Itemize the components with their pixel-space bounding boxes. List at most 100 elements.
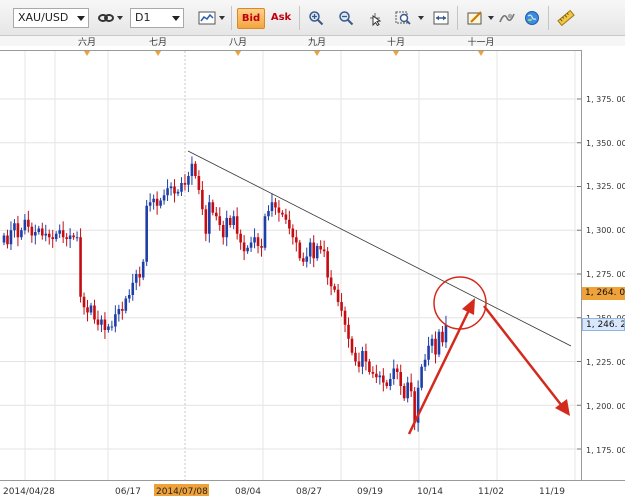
candle-body (322, 249, 326, 252)
chart-grid (0, 51, 581, 480)
candle-body (336, 289, 340, 302)
date-label: 10/14 (417, 487, 443, 497)
zoom-area-caret-icon[interactable] (418, 16, 424, 20)
date-label: 2014/04/28 (3, 487, 55, 497)
candle-body (246, 247, 249, 252)
chart-type-icon[interactable] (196, 8, 218, 28)
candle-body (420, 366, 423, 388)
candle-body (148, 202, 152, 206)
annotation-arrow-up[interactable] (407, 307, 472, 435)
date-label: 06/17 (115, 487, 141, 497)
candle-body (162, 195, 166, 201)
zoom-out-icon[interactable] (335, 8, 357, 28)
candle-body (357, 361, 361, 367)
chart-type-caret-icon[interactable] (219, 16, 225, 20)
chevron-down-icon (77, 16, 85, 21)
candle-body (114, 314, 117, 327)
price-marker-bid: 1, 246. 28 (582, 318, 625, 331)
candle-body (444, 324, 448, 343)
candle-body (430, 338, 434, 346)
trend-line[interactable] (187, 150, 572, 347)
candle-body (364, 351, 368, 362)
candle-body (256, 237, 260, 246)
candle-body (183, 183, 187, 185)
candle-body (375, 373, 378, 378)
month-marker (84, 51, 90, 56)
candle-body (329, 277, 333, 287)
timeframe-dropdown[interactable]: D1 (130, 8, 184, 28)
candle-body (121, 309, 124, 311)
zoom-area-icon[interactable] (393, 8, 415, 28)
candle-body (176, 191, 180, 194)
timeframe-value: D1 (135, 11, 151, 24)
date-label: 08/04 (235, 487, 261, 497)
candle-body (260, 246, 263, 248)
candle-body (72, 235, 75, 238)
candle-body (208, 202, 211, 234)
bid-button[interactable]: Bid (237, 8, 265, 29)
drawing-tools-caret-icon[interactable] (488, 16, 494, 20)
candle-body (65, 237, 68, 239)
indicator-icon[interactable] (496, 8, 518, 28)
candle-body (441, 331, 444, 343)
price-label: 1, 325. 00 (586, 182, 625, 191)
candle-body (166, 188, 169, 196)
candle-body (30, 226, 34, 236)
candle-body (201, 190, 204, 210)
candle-body (20, 230, 23, 238)
candle-body (295, 237, 298, 243)
candle-body (221, 225, 225, 238)
candle-body (406, 382, 409, 399)
candle-body (218, 216, 222, 225)
candle-body (155, 198, 159, 206)
link-menu-caret-icon[interactable] (117, 16, 123, 20)
candle-body (402, 386, 406, 399)
price-chart[interactable]: 六月 七月 八月 九月 十月 十一月 1, 375. 00 1, 350. 00… (0, 36, 625, 502)
link-icon[interactable] (95, 8, 117, 28)
annotation-arrow-down[interactable] (483, 305, 563, 407)
candle-body (263, 216, 267, 248)
month-marker (393, 51, 399, 56)
cursor-crosshair-icon[interactable] (364, 8, 386, 28)
annotation-circle[interactable] (433, 276, 487, 330)
candle-body (409, 382, 413, 392)
candle-body (141, 261, 145, 278)
candle-body (54, 233, 58, 239)
candle-body (190, 163, 194, 176)
candle-body (86, 307, 89, 313)
candle-body (399, 372, 403, 386)
candle-body (378, 375, 382, 378)
candle-body (228, 218, 232, 225)
chart-toolbar: XAU/USD D1 Bid Ask (0, 0, 625, 36)
symbol-value: XAU/USD (18, 11, 69, 24)
candle-body (159, 200, 162, 206)
ask-button[interactable]: Ask (267, 8, 295, 29)
candle-body (124, 298, 128, 311)
candle-body (100, 319, 103, 325)
fit-chart-icon[interactable] (430, 8, 452, 28)
candle-body (385, 382, 389, 386)
candle-body (232, 216, 235, 225)
candle-body (312, 242, 316, 259)
candle-body (305, 256, 309, 262)
candle-body (395, 368, 399, 372)
ruler-icon[interactable] (555, 8, 577, 28)
candle-body (103, 319, 107, 330)
month-marker (314, 51, 320, 56)
candle-body (47, 233, 51, 238)
drawing-tools-icon[interactable] (464, 8, 486, 28)
month-label: 十月 (387, 36, 405, 48)
candle-body (333, 286, 336, 290)
zoom-in-icon[interactable] (305, 8, 327, 28)
globe-icon[interactable] (521, 8, 543, 28)
symbol-dropdown[interactable]: XAU/USD (13, 8, 89, 28)
candle-body (107, 326, 110, 330)
candle-body (371, 372, 375, 374)
candle-body (382, 375, 385, 383)
candle-body (291, 228, 295, 238)
candle-body (89, 305, 93, 313)
candle-body (319, 246, 322, 250)
candle-body (301, 258, 305, 262)
candle-body (16, 223, 20, 238)
month-marker (235, 51, 241, 56)
